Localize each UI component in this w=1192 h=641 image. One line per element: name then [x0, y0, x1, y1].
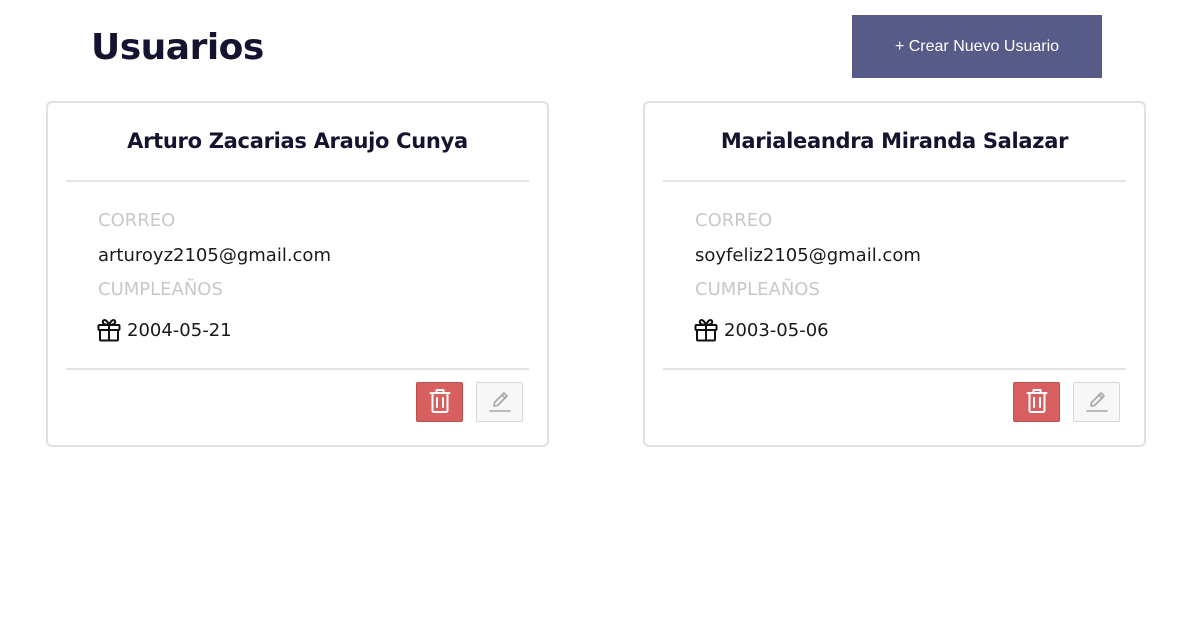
create-user-button[interactable]: + Crear Nuevo Usuario [852, 15, 1102, 78]
email-value: soyfeliz2105@gmail.com [695, 245, 921, 266]
user-card: Marialeandra Miranda Salazar CORREO soyf… [643, 101, 1146, 447]
user-card: Arturo Zacarias Araujo Cunya CORREO artu… [46, 101, 549, 447]
pencil-icon [487, 388, 513, 417]
birthday-row: 2004-05-21 [96, 317, 232, 343]
card-divider [663, 368, 1126, 370]
delete-button[interactable] [416, 382, 463, 422]
birthday-label: CUMPLEAÑOS [98, 279, 223, 300]
gift-icon [96, 317, 122, 343]
user-name: Marialeandra Miranda Salazar [720, 129, 1069, 153]
birthday-label: CUMPLEAÑOS [695, 279, 820, 300]
card-divider [66, 368, 529, 370]
user-name: Arturo Zacarias Araujo Cunya [127, 129, 468, 153]
birthday-value: 2004-05-21 [127, 319, 232, 341]
birthday-value: 2003-05-06 [724, 319, 829, 341]
birthday-row: 2003-05-06 [693, 317, 829, 343]
card-divider [66, 180, 529, 182]
trash-icon [1026, 388, 1048, 417]
page-header: Usuarios + Crear Nuevo Usuario [0, 0, 1192, 100]
delete-button[interactable] [1013, 382, 1060, 422]
trash-icon [429, 388, 451, 417]
edit-button[interactable] [476, 382, 523, 422]
pencil-icon [1084, 388, 1110, 417]
email-value: arturoyz2105@gmail.com [98, 245, 331, 266]
gift-icon [693, 317, 719, 343]
email-label: CORREO [695, 210, 773, 231]
email-label: CORREO [98, 210, 176, 231]
page-title: Usuarios [91, 27, 264, 68]
edit-button[interactable] [1073, 382, 1120, 422]
card-divider [663, 180, 1126, 182]
